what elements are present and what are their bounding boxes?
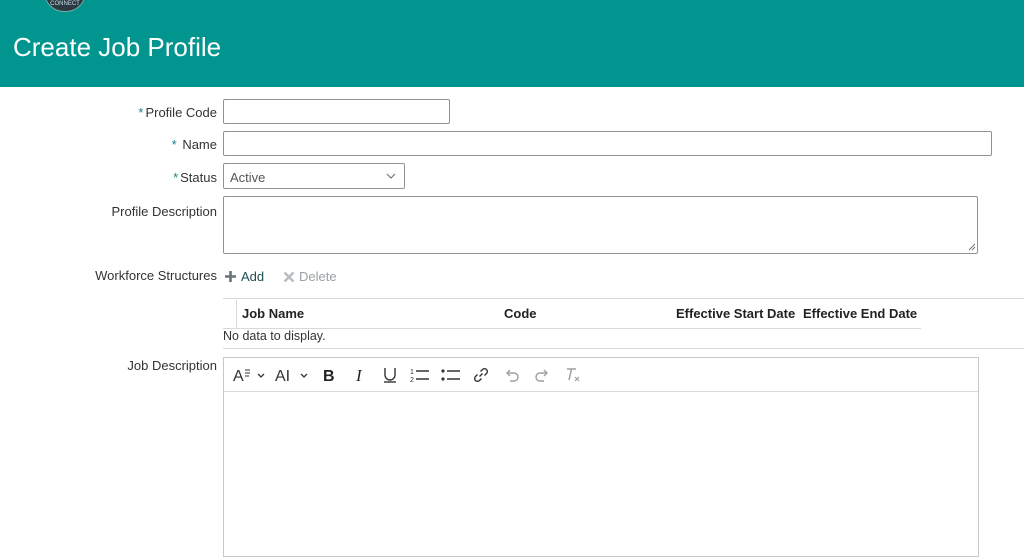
job-description-label: Job Description bbox=[127, 358, 217, 373]
svg-text:1: 1 bbox=[410, 369, 414, 376]
chevron-down-icon bbox=[386, 173, 396, 179]
close-icon bbox=[283, 271, 295, 282]
svg-text:AI: AI bbox=[275, 368, 290, 384]
column-header-code[interactable]: Code bbox=[504, 306, 537, 321]
undo-icon[interactable] bbox=[503, 366, 521, 384]
column-header-effective-start-date[interactable]: Effective Start Date bbox=[676, 306, 795, 321]
svg-text:A: A bbox=[233, 368, 244, 384]
name-label: * Name bbox=[17, 137, 217, 152]
table-select-column bbox=[236, 300, 237, 328]
numbered-list-icon[interactable]: 12 bbox=[410, 366, 430, 384]
name-label-text: Name bbox=[182, 137, 217, 152]
job-description-editor: A AI B I 12 bbox=[223, 357, 979, 557]
delete-button-label: Delete bbox=[299, 269, 337, 284]
underline-icon[interactable] bbox=[381, 366, 399, 384]
editor-toolbar: A AI B I 12 bbox=[224, 358, 978, 392]
profile-code-label-text: Profile Code bbox=[145, 105, 217, 120]
workforce-structures-label: Workforce Structures bbox=[95, 268, 217, 283]
required-indicator: * bbox=[173, 170, 179, 185]
link-icon[interactable] bbox=[472, 366, 490, 384]
page-title: Create Job Profile bbox=[13, 32, 222, 62]
table-empty-message: No data to display. bbox=[223, 329, 326, 343]
status-label: * Status bbox=[17, 170, 217, 185]
app-logo[interactable]: CONNECT bbox=[44, 0, 86, 12]
profile-code-input[interactable] bbox=[223, 99, 450, 124]
name-input[interactable] bbox=[223, 131, 992, 156]
plus-icon bbox=[225, 271, 236, 282]
required-indicator: * bbox=[171, 137, 177, 152]
table-top-border bbox=[223, 298, 1024, 299]
column-header-effective-end-date[interactable]: Effective End Date bbox=[803, 306, 917, 321]
delete-button[interactable]: Delete bbox=[283, 269, 337, 284]
resize-handle-icon[interactable] bbox=[968, 243, 976, 251]
svg-text:B: B bbox=[323, 368, 335, 384]
page-header: CONNECT Create Job Profile bbox=[0, 0, 1024, 87]
status-select[interactable]: Active bbox=[223, 163, 405, 189]
job-description-content[interactable] bbox=[224, 392, 978, 556]
clear-format-icon[interactable] bbox=[564, 366, 582, 384]
italic-icon[interactable]: I bbox=[351, 366, 369, 384]
bold-icon[interactable]: B bbox=[320, 366, 338, 384]
bullet-list-icon[interactable] bbox=[441, 366, 461, 384]
status-selected-value: Active bbox=[230, 170, 266, 185]
font-size-icon[interactable]: AI bbox=[275, 366, 311, 384]
profile-code-label: * Profile Code bbox=[17, 105, 217, 120]
redo-icon[interactable] bbox=[533, 366, 551, 384]
profile-description-label: Profile Description bbox=[111, 204, 218, 219]
font-style-icon[interactable]: A bbox=[233, 366, 267, 384]
logo-text: CONNECT bbox=[50, 1, 80, 7]
svg-text:I: I bbox=[355, 366, 363, 384]
required-indicator: * bbox=[138, 105, 144, 120]
profile-description-textarea[interactable] bbox=[223, 196, 978, 254]
svg-text:2: 2 bbox=[410, 377, 414, 384]
column-header-job-name[interactable]: Job Name bbox=[242, 306, 304, 321]
table-bottom-border bbox=[223, 348, 1024, 349]
table-header-border bbox=[223, 328, 921, 329]
add-button-label: Add bbox=[241, 269, 265, 284]
status-label-text: Status bbox=[180, 170, 217, 185]
add-button[interactable]: Add bbox=[224, 269, 264, 284]
